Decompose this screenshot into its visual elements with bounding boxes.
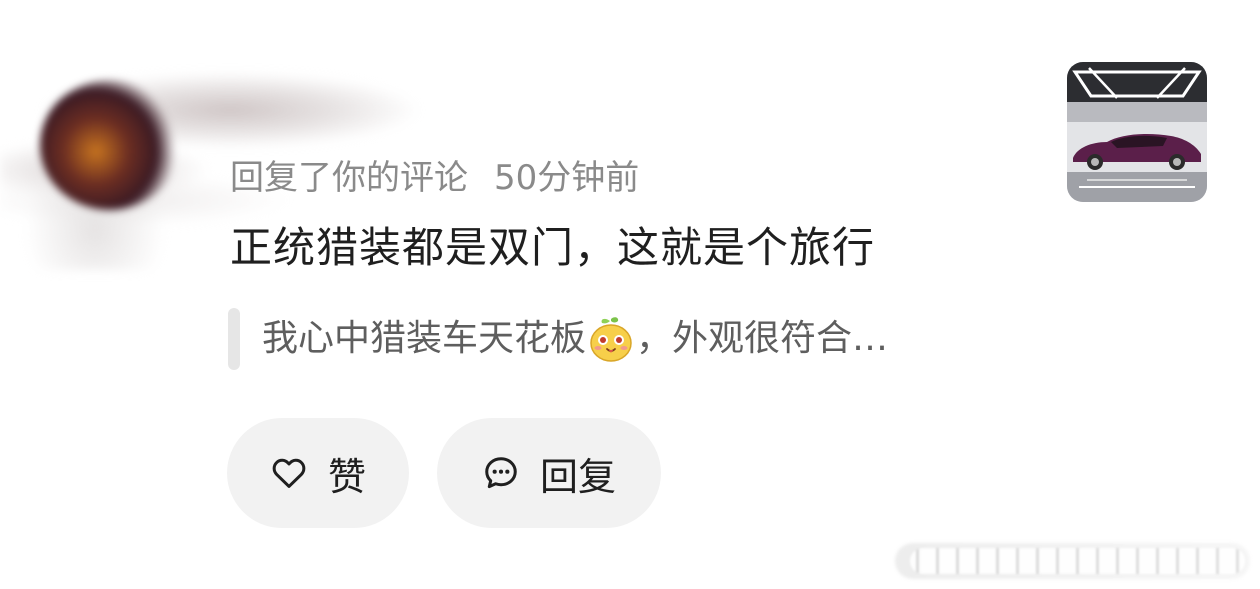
reply-label: 回复	[539, 454, 616, 499]
timestamp: 50分钟前	[494, 158, 640, 198]
like-button[interactable]: 赞	[227, 418, 409, 528]
comment-meta: 回复了你的评论 50分钟前	[230, 154, 639, 202]
reply-action-label: 回复了你的评论	[230, 158, 468, 198]
comment-notification[interactable]: 回复了你的评论 50分钟前 正统猎装都是双门，这就是个旅行 我心中猎装车天花板 ，…	[0, 0, 1260, 589]
quote-text-after: ，外观很符合…	[636, 318, 889, 359]
like-label: 赞	[327, 454, 366, 499]
chat-bubble-icon	[485, 457, 517, 489]
reply-button[interactable]: 回复	[437, 418, 661, 528]
reply-text[interactable]: 正统猎装都是双门，这就是个旅行	[230, 220, 875, 276]
quote-text-before: 我心中猎装车天花板	[262, 318, 587, 359]
car-photo-image	[1067, 62, 1207, 202]
post-thumbnail[interactable]	[1067, 62, 1207, 202]
quote-text: 我心中猎装车天花板 ，外观很符合…	[262, 315, 888, 363]
blurred-watermark-text	[910, 548, 1245, 574]
quoted-comment[interactable]: 我心中猎装车天花板 ，外观很符合…	[228, 308, 888, 370]
heart-outline-icon	[272, 458, 306, 488]
avatar[interactable]	[40, 80, 180, 210]
quote-bar	[228, 308, 240, 370]
mango-face-emoji-icon	[590, 317, 632, 362]
